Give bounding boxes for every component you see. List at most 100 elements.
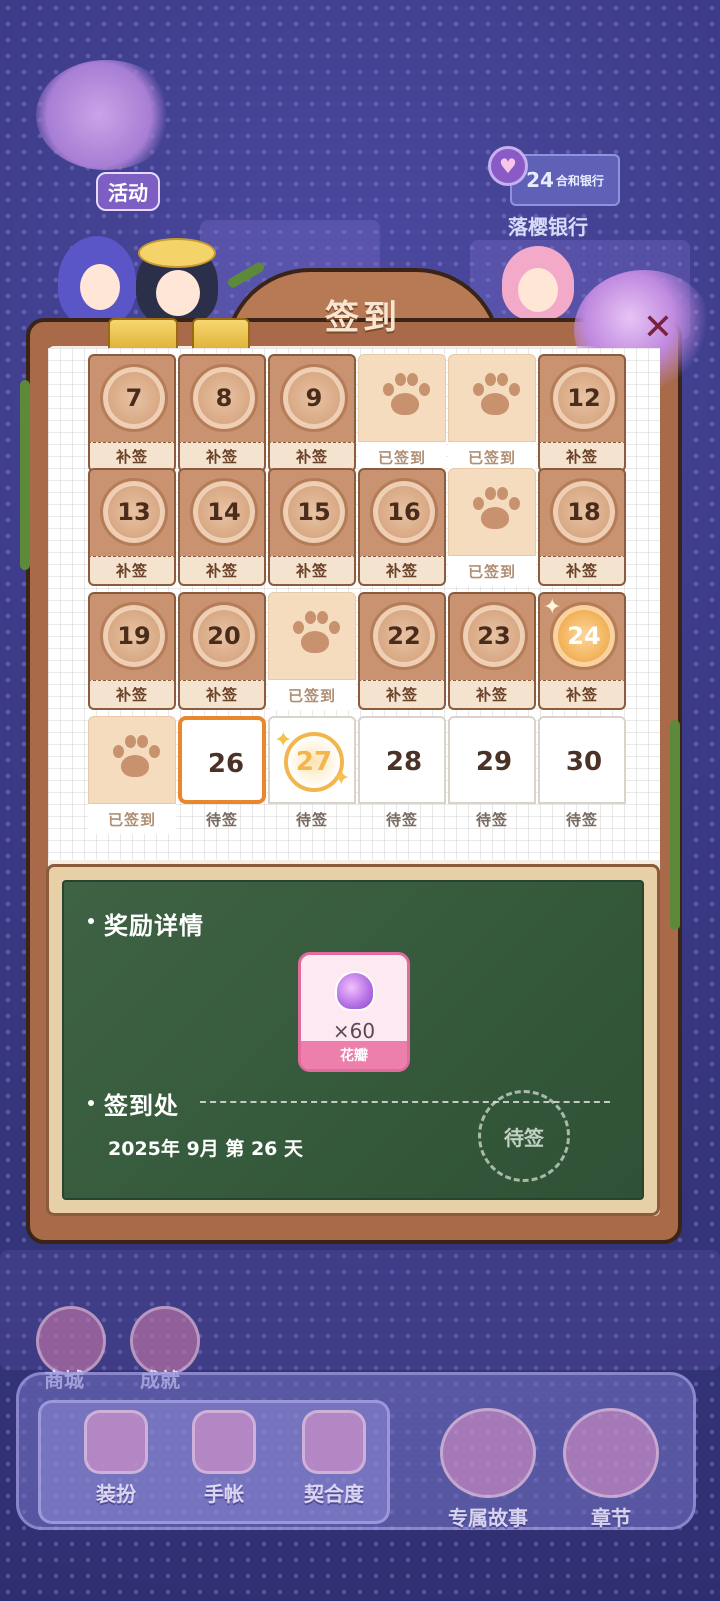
- calendar-day-24[interactable]: ✦ 24 补签: [538, 592, 626, 710]
- calendar-day-26[interactable]: 26 待签: [178, 716, 266, 834]
- day-tile: ✦ ✦ 27: [268, 716, 356, 804]
- bullet-dot: [88, 918, 94, 924]
- day-status-label: 补签: [88, 556, 176, 586]
- day-status-label: 补签: [358, 556, 446, 586]
- day-status-label: 补签: [358, 680, 446, 710]
- reward-item-card[interactable]: ×60 花瓣: [298, 952, 410, 1072]
- calendar-day-10[interactable]: 已签到: [358, 354, 446, 472]
- day-status-label: 已签到: [88, 804, 176, 834]
- day-status-label: 待签: [295, 810, 328, 829]
- calendar-day-18[interactable]: 18 补签: [538, 468, 626, 586]
- calendar-day-23[interactable]: 23 补签: [448, 592, 536, 710]
- bank-sign-name: 落樱银行: [508, 214, 588, 239]
- background-street: [0, 1250, 720, 1370]
- nav-journal[interactable]: 手帐: [174, 1410, 274, 1507]
- bank-sign-small: 合和银行: [555, 173, 604, 188]
- paw-icon: [111, 735, 160, 783]
- coin-icon: 16: [370, 478, 438, 546]
- paw-icon: [471, 487, 520, 535]
- character-blue-hair: [58, 236, 136, 326]
- nav-story-label: 专属故事: [448, 1506, 528, 1530]
- day-tile: 15: [268, 468, 356, 556]
- activity-label: 活动: [96, 172, 160, 211]
- coin-icon: 14: [190, 478, 258, 546]
- day-status-label: 待签: [475, 810, 508, 829]
- day-number: 7: [125, 384, 143, 412]
- book-icon: [563, 1408, 659, 1498]
- calendar-day-16[interactable]: 16 补签: [358, 468, 446, 586]
- paw-icon: [291, 611, 340, 659]
- day-number: 16: [387, 498, 421, 526]
- nav-affinity-label: 契合度: [304, 1482, 364, 1506]
- close-button[interactable]: ✕: [636, 306, 680, 350]
- reward-heading: 奖励详情: [104, 912, 204, 940]
- day-status-label: 补签: [88, 680, 176, 710]
- nav-journal-label: 手帐: [204, 1482, 244, 1506]
- calendar-day-13[interactable]: 13 补签: [88, 468, 176, 586]
- day-tile: 7: [88, 354, 176, 442]
- day-tile: 19: [88, 592, 176, 680]
- coin-icon: 18: [550, 478, 618, 546]
- day-number: 9: [305, 384, 323, 412]
- calendar-day-8[interactable]: 8 补签: [178, 354, 266, 472]
- day-tile: [358, 354, 446, 442]
- calendar-day-15[interactable]: 15 补签: [268, 468, 356, 586]
- calendar-day-28[interactable]: 28 待签: [358, 716, 446, 834]
- day-number: 26: [207, 749, 245, 779]
- day-tile: 28: [358, 716, 446, 804]
- day-status-label: 已签到: [268, 680, 356, 710]
- calendar-day-22[interactable]: 22 补签: [358, 592, 446, 710]
- checkin-stamp[interactable]: 待签: [478, 1090, 570, 1182]
- calendar-day-19[interactable]: 19 补签: [88, 592, 176, 710]
- calendar-day-11[interactable]: 已签到: [448, 354, 536, 472]
- calendar-day-7[interactable]: 7 补签: [88, 354, 176, 472]
- day-number: 20: [207, 622, 241, 650]
- calendar-day-27[interactable]: ✦ ✦ 27 待签: [268, 716, 356, 834]
- day-status-label: 补签: [178, 680, 266, 710]
- heart-ruler-icon: [302, 1410, 366, 1474]
- day-tile: 26: [178, 716, 266, 804]
- coin-icon: 23: [460, 602, 528, 670]
- day-tile: [88, 716, 176, 804]
- calendar-day-12[interactable]: 12 补签: [538, 354, 626, 472]
- vine-decoration: [20, 380, 30, 570]
- calendar-day-17[interactable]: 已签到: [448, 468, 536, 586]
- nav-story[interactable]: 专属故事: [430, 1408, 546, 1531]
- day-number: 24: [567, 622, 601, 650]
- sparkle-icon: ✦: [543, 595, 562, 620]
- bank-sign-number: 24: [526, 168, 554, 192]
- nav-dressup[interactable]: 装扮: [66, 1410, 166, 1507]
- day-status-label: 待签: [565, 810, 598, 829]
- day-status-label: 补签: [268, 556, 356, 586]
- day-tile: 23: [448, 592, 536, 680]
- day-status-label: 补签: [178, 556, 266, 586]
- day-tile: 20: [178, 592, 266, 680]
- calendar-day-14[interactable]: 14 补签: [178, 468, 266, 586]
- day-number: 8: [215, 384, 233, 412]
- day-number: 30: [565, 747, 603, 777]
- coin-icon: 22: [370, 602, 438, 670]
- calendar-day-30[interactable]: 30 待签: [538, 716, 626, 834]
- calendar-day-29[interactable]: 29 待签: [448, 716, 536, 834]
- day-status-label: 待签: [385, 810, 418, 829]
- day-number: 28: [385, 747, 423, 777]
- day-status-label: 已签到: [448, 556, 536, 586]
- day-number: 18: [567, 498, 601, 526]
- calendar-day-25[interactable]: 已签到: [88, 716, 176, 834]
- calendar-day-9[interactable]: 9 补签: [268, 354, 356, 472]
- vine-decoration: [670, 720, 680, 930]
- coin-icon: 13: [100, 478, 168, 546]
- calendar-day-20[interactable]: 20 补签: [178, 592, 266, 710]
- stamp-label: 待签: [504, 1125, 544, 1150]
- nav-affinity[interactable]: 契合度: [282, 1410, 386, 1507]
- calendar-day-21[interactable]: 已签到: [268, 592, 356, 710]
- activity-button[interactable]: 活动: [36, 60, 184, 211]
- coin-icon: 20: [190, 602, 258, 670]
- day-number: 12: [567, 384, 601, 412]
- envelope-icon: [440, 1408, 536, 1498]
- nav-chapter[interactable]: 章节: [556, 1408, 666, 1531]
- bullet-dot: [88, 1100, 94, 1106]
- dressup-icon: [84, 1410, 148, 1474]
- coin-icon: 8: [190, 364, 258, 432]
- day-tile: 12: [538, 354, 626, 442]
